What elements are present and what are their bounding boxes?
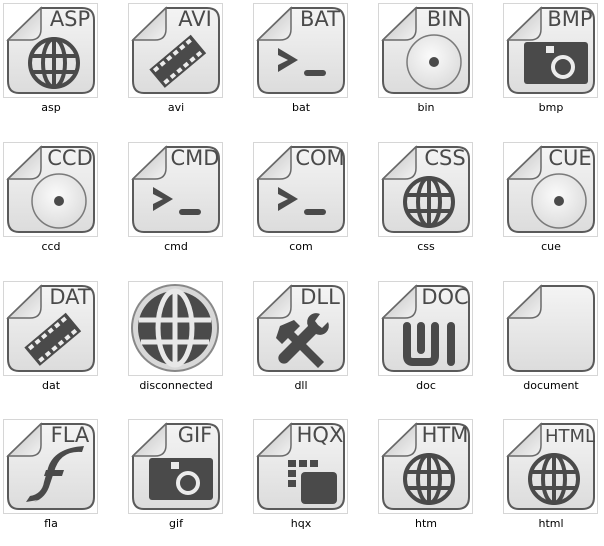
thumbnail[interactable] xyxy=(128,281,223,376)
film-strip-icon: DAT xyxy=(6,284,95,372)
thumbnail[interactable]: CCD xyxy=(3,142,98,237)
file-type-badge: AVI xyxy=(178,7,212,31)
file-type-badge: BAT xyxy=(300,7,340,31)
thumbnail[interactable]: HTM xyxy=(378,419,473,514)
thumbnail[interactable]: BIN xyxy=(378,3,473,98)
file-icon-item[interactable]: HTML html xyxy=(500,416,604,546)
disc-icon: BIN xyxy=(381,6,470,94)
file-name-label[interactable]: dll xyxy=(250,379,352,393)
tools-icon: DLL xyxy=(256,284,345,372)
file-icon-item[interactable]: GIF gif xyxy=(125,416,245,546)
file-type-badge: HQX xyxy=(297,423,344,447)
file-icon-item[interactable]: CMD cmd xyxy=(125,139,245,269)
file-type-badge: COM xyxy=(295,146,344,170)
file-name-label[interactable]: disconnected xyxy=(125,379,227,393)
file-name-label[interactable]: fla xyxy=(0,517,102,531)
file-type-badge: CMD xyxy=(171,146,220,170)
big-globe-icon xyxy=(131,284,219,372)
disc-icon: CCD xyxy=(6,145,95,233)
file-icon-item[interactable]: HTM htm xyxy=(375,416,495,546)
file-icon-item[interactable]: DOC doc xyxy=(375,278,495,408)
file-name-label[interactable]: asp xyxy=(0,101,102,115)
thumbnail[interactable] xyxy=(503,281,598,376)
blocks-icon: HQX xyxy=(256,422,345,510)
file-name-label[interactable]: html xyxy=(500,517,602,531)
thumbnail[interactable]: COM xyxy=(253,142,348,237)
file-type-badge: ASP xyxy=(50,7,90,31)
file-type-badge: DAT xyxy=(49,285,91,309)
file-icon-item[interactable]: BIN bin xyxy=(375,0,495,130)
file-name-label[interactable]: dat xyxy=(0,379,102,393)
terminal-prompt-icon: CMD xyxy=(131,145,220,233)
film-strip-icon: AVI xyxy=(131,6,220,94)
file-icon-item[interactable]: CCD ccd xyxy=(0,139,120,269)
terminal-prompt-icon: COM xyxy=(256,145,345,233)
thumbnail[interactable]: BMP xyxy=(503,3,598,98)
file-name-label[interactable]: bin xyxy=(375,101,477,115)
file-name-label[interactable]: cue xyxy=(500,240,602,254)
file-type-badge: HTM xyxy=(422,423,469,447)
file-type-badge: BIN xyxy=(427,7,463,31)
thumbnail[interactable]: DOC xyxy=(378,281,473,376)
file-type-badge: DLL xyxy=(300,285,340,309)
file-icon-item[interactable]: BAT bat xyxy=(250,0,370,130)
globe-icon: CSS xyxy=(381,145,470,233)
file-name-label[interactable]: htm xyxy=(375,517,477,531)
file-type-badge: DOC xyxy=(421,285,468,309)
file-icon-item[interactable]: DLL dll xyxy=(250,278,370,408)
file-icon-item[interactable]: HQX hqx xyxy=(250,416,370,546)
file-name-label[interactable]: com xyxy=(250,240,352,254)
globe-icon: ASP xyxy=(6,6,95,94)
thumbnail[interactable]: CMD xyxy=(128,142,223,237)
file-name-label[interactable]: bmp xyxy=(500,101,602,115)
file-icon-item[interactable]: ASP asp xyxy=(0,0,120,130)
camera-icon: BMP xyxy=(506,6,595,94)
file-name-label[interactable]: ccd xyxy=(0,240,102,254)
file-type-badge: GIF xyxy=(178,423,213,447)
file-name-label[interactable]: cmd xyxy=(125,240,227,254)
thumbnail[interactable]: ASP xyxy=(3,3,98,98)
thumbnail[interactable]: AVI xyxy=(128,3,223,98)
terminal-prompt-icon: BAT xyxy=(256,6,345,94)
file-icon-item[interactable]: AVI avi xyxy=(125,0,245,130)
file-type-badge: BMP xyxy=(547,7,592,31)
file-name-label[interactable]: doc xyxy=(375,379,477,393)
thumbnail[interactable]: BAT xyxy=(253,3,348,98)
file-name-label[interactable]: gif xyxy=(125,517,227,531)
blank-page-icon xyxy=(506,284,595,372)
file-type-badge: CSS xyxy=(424,146,465,170)
file-icon-item[interactable]: FLA fla xyxy=(0,416,120,546)
thumbnail[interactable]: DLL xyxy=(253,281,348,376)
file-icon-item[interactable]: COM com xyxy=(250,139,370,269)
thumbnail[interactable]: CSS xyxy=(378,142,473,237)
globe-icon: HTM xyxy=(381,422,470,510)
file-type-badge: HTML xyxy=(545,426,595,447)
file-icon-item[interactable]: CUE cue xyxy=(500,139,604,269)
disc-icon: CUE xyxy=(506,145,595,233)
thumbnail[interactable]: HTML xyxy=(503,419,598,514)
flash-icon: FLA xyxy=(6,422,95,510)
file-name-label[interactable]: document xyxy=(500,379,602,393)
file-name-label[interactable]: css xyxy=(375,240,477,254)
thumbnail[interactable]: GIF xyxy=(128,419,223,514)
globe-icon: HTML xyxy=(506,422,595,510)
thumbnail[interactable]: DAT xyxy=(3,281,98,376)
icon-grid: ASP asp AVI avi BAT bat BIN bin BMP bmp … xyxy=(0,0,604,533)
file-type-badge: FLA xyxy=(51,423,90,447)
camera-icon: GIF xyxy=(131,422,220,510)
thumbnail[interactable]: HQX xyxy=(253,419,348,514)
word-icon: DOC xyxy=(381,284,470,372)
file-icon-item[interactable]: CSS css xyxy=(375,139,495,269)
file-type-badge: CUE xyxy=(548,146,591,170)
file-name-label[interactable]: hqx xyxy=(250,517,352,531)
thumbnail[interactable]: CUE xyxy=(503,142,598,237)
thumbnail[interactable]: FLA xyxy=(3,419,98,514)
file-icon-item[interactable]: disconnected xyxy=(125,278,245,408)
file-icon-item[interactable]: DAT dat xyxy=(0,278,120,408)
file-name-label[interactable]: avi xyxy=(125,101,227,115)
file-type-badge: CCD xyxy=(47,146,93,170)
file-icon-item[interactable]: BMP bmp xyxy=(500,0,604,130)
file-name-label[interactable]: bat xyxy=(250,101,352,115)
file-icon-item[interactable]: document xyxy=(500,278,604,408)
